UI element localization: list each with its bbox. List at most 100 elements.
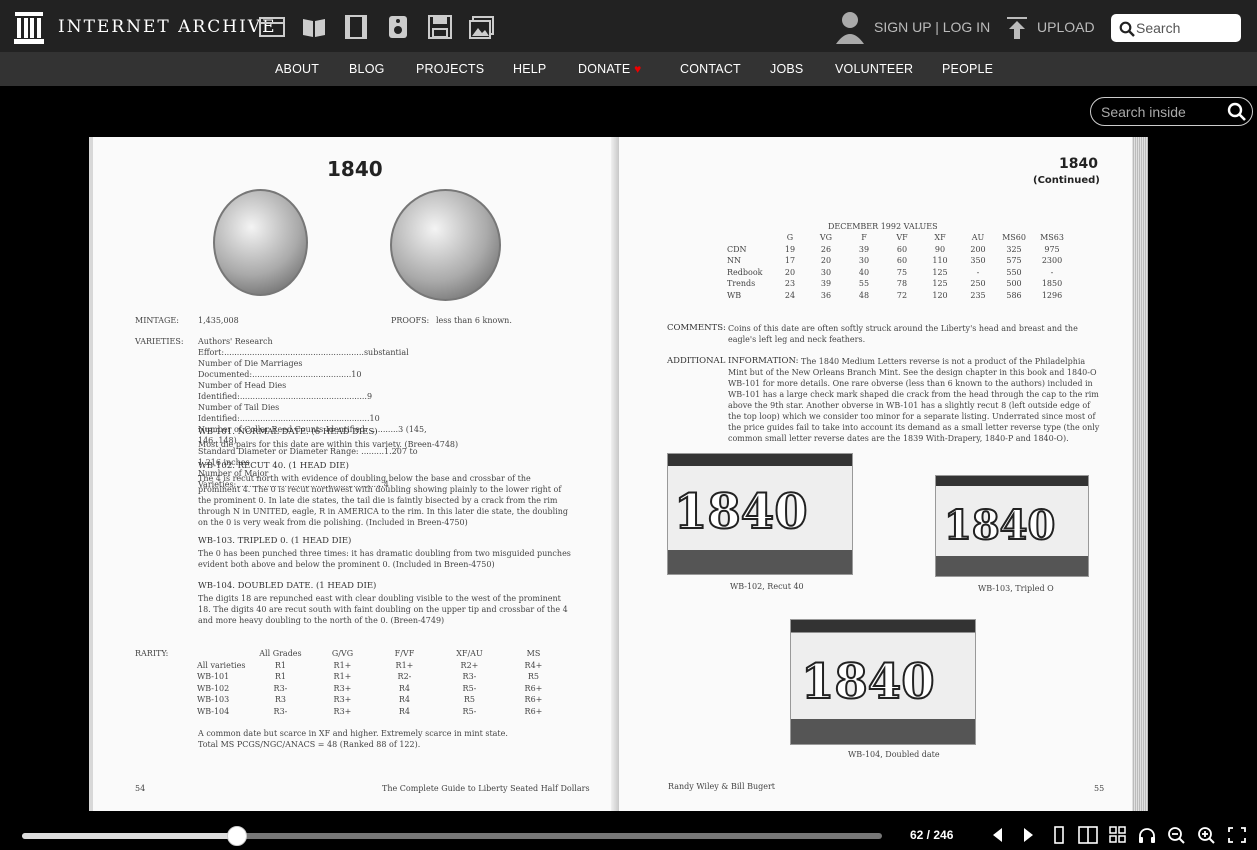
table-row: All varieties R1 R1+ R1+ R2+ R4+ xyxy=(197,660,563,672)
search-icon[interactable] xyxy=(1119,21,1135,37)
table-cell: R2+ xyxy=(460,660,479,670)
table-cell: 350 xyxy=(970,256,986,265)
right-page[interactable]: 1840 (Continued) DECEMBER 1992 VALUES G … xyxy=(619,137,1132,811)
table-cell: R6+ xyxy=(524,683,543,693)
table-cell: NN xyxy=(727,256,741,265)
table-cell: 23 xyxy=(784,279,796,288)
varieties-label: VARIETIES: xyxy=(135,337,184,346)
user-avatar-icon[interactable] xyxy=(835,10,865,44)
table-cell: 55 xyxy=(858,279,870,288)
nav-jobs[interactable]: JOBS xyxy=(770,62,803,76)
nav-blog[interactable]: BLOG xyxy=(349,62,385,76)
page-indicator: 62 / 246 xyxy=(910,828,954,842)
table-header: VG xyxy=(819,233,833,242)
table-cell: 110 xyxy=(932,256,948,265)
next-page-icon[interactable] xyxy=(1018,826,1038,844)
book-spread[interactable]: 1840 MINTAGE: 1,435,008 PROOFS: less tha… xyxy=(89,137,1148,811)
table-cell: Redbook xyxy=(727,267,763,277)
rarity-table: All Grades G/VG F/VF XF/AU MS All variet… xyxy=(197,648,563,717)
table-cell: 39 xyxy=(858,244,870,254)
left-page-footer: The Complete Guide to Liberty Seated Hal… xyxy=(382,784,590,793)
nav-volunteer[interactable]: VOLUNTEER xyxy=(835,62,913,76)
continued-label: (Continued) xyxy=(1033,175,1100,186)
table-cell: R5- xyxy=(462,706,477,716)
table-header: F xyxy=(861,233,867,242)
table-cell: R3- xyxy=(273,706,288,716)
nav-help[interactable]: HELP xyxy=(513,62,546,76)
table-cell: WB-103 xyxy=(197,695,230,704)
search-input[interactable] xyxy=(1136,19,1236,37)
photo-caption: WB-103, Tripled O xyxy=(978,584,1054,593)
table-header: G xyxy=(786,233,794,242)
internet-archive-logo-icon[interactable] xyxy=(14,12,44,44)
nav-contact[interactable]: CONTACT xyxy=(680,62,741,76)
table-cell: 17 xyxy=(784,256,796,265)
table-cell: R1+ xyxy=(333,672,352,681)
nav-people[interactable]: PEOPLE xyxy=(942,62,993,76)
nav-projects[interactable]: PROJECTS xyxy=(416,62,484,76)
fullscreen-icon[interactable] xyxy=(1227,826,1247,844)
variety-line: Authors' Research Effort:...............… xyxy=(198,337,409,358)
table-cell: 2300 xyxy=(1041,256,1063,265)
nav-bar: ABOUT BLOG PROJECTS HELP DONATE ♥ CONTAC… xyxy=(0,52,1257,86)
entry-title: WB-102. RECUT 40. (1 HEAD DIE) xyxy=(198,461,349,471)
table-row: NN 17 20 30 60 110 350 575 2300 xyxy=(727,255,1072,267)
table-header: MS xyxy=(526,649,541,658)
table-cell: CDN xyxy=(727,244,747,254)
heart-icon: ♥ xyxy=(634,62,642,76)
coin-obverse-image xyxy=(213,189,308,296)
nav-about[interactable]: ABOUT xyxy=(275,62,319,76)
table-cell: R5- xyxy=(462,683,477,693)
comments-text: Coins of this date are often softly stru… xyxy=(728,324,1078,345)
brand-name[interactable]: INTERNET ARCHIVE xyxy=(58,17,276,37)
page-slider-handle[interactable] xyxy=(227,826,247,846)
search-inside[interactable] xyxy=(1090,97,1253,126)
search-inside-input[interactable] xyxy=(1101,104,1221,120)
table-cell: R1+ xyxy=(333,660,352,670)
table-cell: 60 xyxy=(896,244,908,254)
reader-controls: 62 / 246 xyxy=(0,818,1257,850)
proofs-value: less than 6 known. xyxy=(436,316,512,325)
search-icon[interactable] xyxy=(1227,102,1247,122)
page-edge xyxy=(1132,137,1148,811)
table-cell: R5 xyxy=(463,695,476,704)
nav-donate[interactable]: DONATE ♥ xyxy=(578,62,641,76)
page-slider-fill xyxy=(22,833,237,839)
video-icon[interactable] xyxy=(343,15,369,39)
entry-title: WB-103. TRIPLED 0. (1 HEAD DIE) xyxy=(198,536,352,546)
table-cell: R5 xyxy=(527,672,540,681)
table-cell: WB-104 xyxy=(197,706,230,716)
single-page-view-icon[interactable] xyxy=(1049,826,1069,844)
signup-login-link[interactable]: SIGN UP | LOG IN xyxy=(874,19,990,35)
zoom-in-icon[interactable] xyxy=(1197,826,1217,844)
upload-link[interactable]: UPLOAD xyxy=(1037,19,1095,35)
table-cell: R3+ xyxy=(333,695,352,704)
additional-text: The 1840 Medium Letters reverse is not a… xyxy=(728,357,1100,444)
left-year-heading: 1840 xyxy=(327,157,383,181)
texts-icon[interactable] xyxy=(301,15,327,39)
table-cell: 60 xyxy=(896,256,908,265)
thumbnail-view-icon[interactable] xyxy=(1108,826,1128,844)
rarity-note: A common date but scarce in XF and highe… xyxy=(198,729,508,738)
images-icon[interactable] xyxy=(469,15,495,39)
table-cell: R6+ xyxy=(524,695,543,704)
left-page[interactable]: 1840 MINTAGE: 1,435,008 PROOFS: less tha… xyxy=(89,137,619,811)
page-slider[interactable] xyxy=(22,826,882,846)
upload-icon[interactable] xyxy=(1006,16,1028,40)
two-page-view-icon[interactable] xyxy=(1078,826,1098,844)
prev-page-icon[interactable] xyxy=(988,826,1008,844)
entry-body: The 4 is recut north with evidence of do… xyxy=(198,473,568,527)
audio-icon[interactable] xyxy=(385,15,411,39)
software-icon[interactable] xyxy=(427,15,453,39)
site-search[interactable] xyxy=(1111,14,1241,42)
variety-entry: WB-103. TRIPLED 0. (1 HEAD DIE) The 0 ha… xyxy=(198,536,574,570)
table-row: WB 24 36 48 72 120 235 586 1296 xyxy=(727,290,1072,302)
table-cell: 125 xyxy=(932,267,948,277)
table-cell: 36 xyxy=(820,290,832,300)
zoom-out-icon[interactable] xyxy=(1167,826,1187,844)
read-aloud-headphones-icon[interactable] xyxy=(1137,826,1157,844)
table-header xyxy=(727,232,772,244)
web-icon[interactable] xyxy=(259,15,285,39)
table-row: All Grades G/VG F/VF XF/AU MS xyxy=(197,648,563,660)
table-header xyxy=(197,648,249,660)
